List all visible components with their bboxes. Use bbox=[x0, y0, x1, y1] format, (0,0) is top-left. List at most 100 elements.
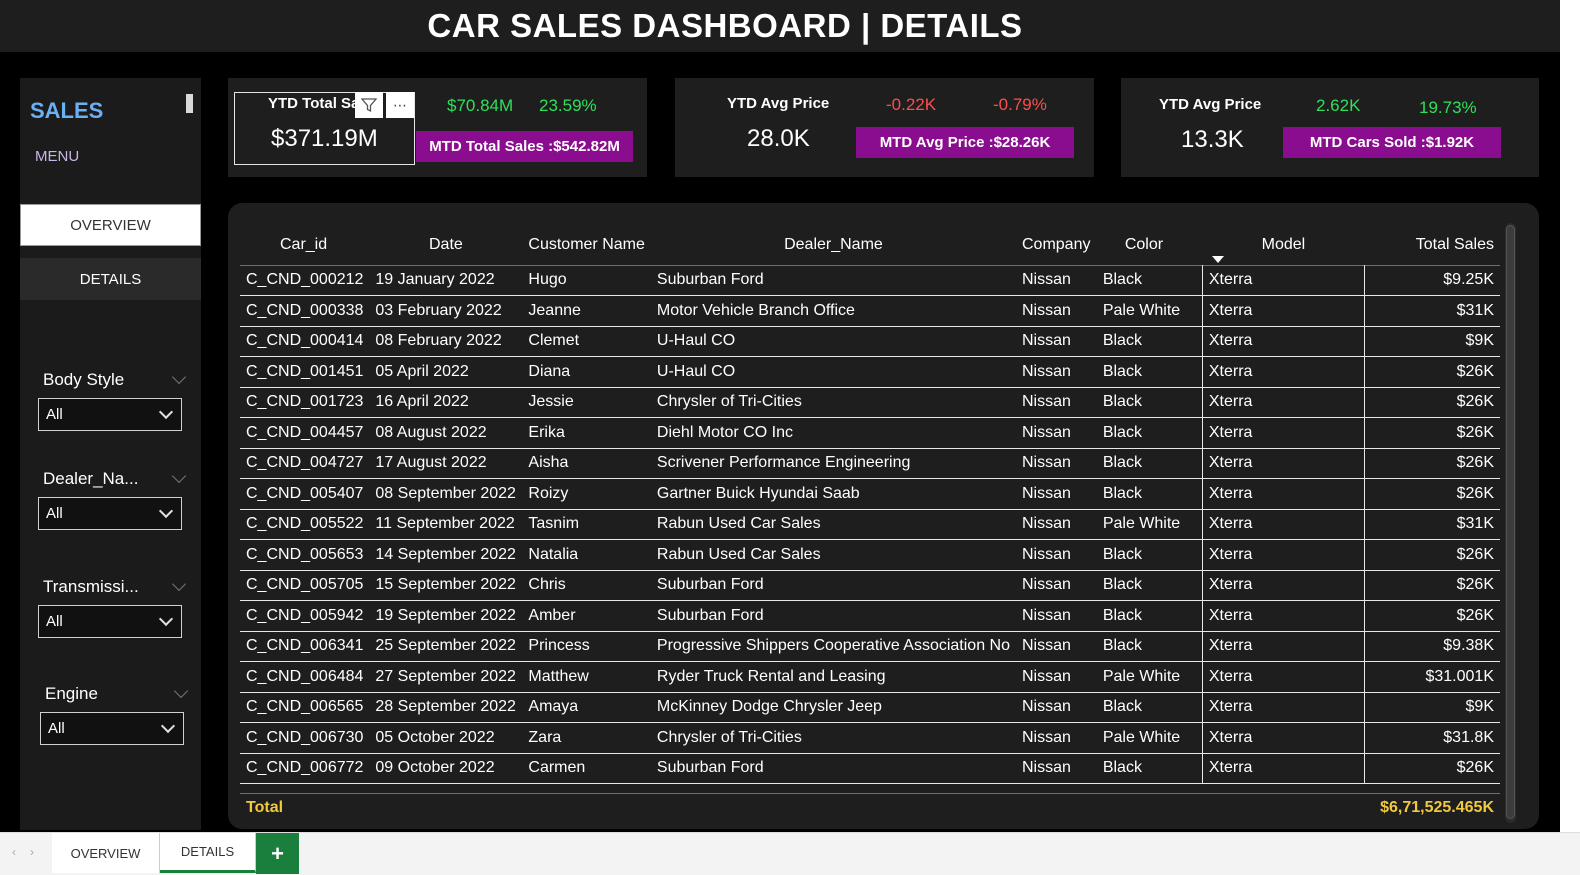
cell-date: 19 January 2022 bbox=[369, 265, 523, 296]
column-header-model[interactable]: Model bbox=[1202, 221, 1364, 265]
table-row[interactable]: C_CND_006484 27 September 2022 Matthew Ryde… bbox=[240, 661, 1500, 693]
sort-descending-icon[interactable] bbox=[1212, 255, 1225, 263]
column-header-car-id[interactable]: Car_id bbox=[240, 221, 369, 265]
table-row[interactable]: C_CND_005942 19 September 2022 Amber Suburb… bbox=[240, 600, 1500, 632]
slicer-header[interactable]: Transmissi... bbox=[38, 576, 188, 597]
cell-model: Xterra bbox=[1201, 417, 1365, 449]
dropdown-value: All bbox=[46, 406, 63, 423]
engine-dropdown[interactable]: All bbox=[40, 712, 184, 745]
cell-car-id: C_CND_004727 bbox=[240, 448, 370, 479]
cell-company: Nissan bbox=[1016, 478, 1097, 510]
cell-date: 14 September 2022 bbox=[369, 539, 523, 571]
tab-details[interactable]: DETAILS bbox=[160, 833, 256, 873]
cell-car-id: C_CND_006730 bbox=[240, 722, 370, 754]
add-page-button[interactable]: + bbox=[256, 833, 299, 874]
cell-model: Xterra bbox=[1201, 295, 1365, 327]
cell-customer-name: Roizy bbox=[522, 478, 651, 510]
details-nav-button[interactable]: DETAILS bbox=[20, 258, 201, 300]
table-row[interactable]: C_CND_001451 05 April 2022 Diana U-Haul CO N… bbox=[240, 356, 1500, 388]
transmission-dropdown[interactable]: All bbox=[38, 605, 182, 638]
cell-model: Xterra bbox=[1201, 722, 1365, 754]
mtd-cars-sold-badge: MTD Cars Sold :$1.92K bbox=[1283, 127, 1501, 158]
column-header-customer-name[interactable]: Customer Name bbox=[522, 221, 651, 265]
slicer-header[interactable]: Dealer_Na... bbox=[38, 468, 188, 489]
total-value: $6,71,525.465K bbox=[1380, 798, 1494, 816]
table-row[interactable]: C_CND_006730 05 October 2022 Zara Chrysler … bbox=[240, 722, 1500, 754]
cell-dealer-name: Rabun Used Car Sales bbox=[650, 539, 1016, 571]
cell-color: Black bbox=[1096, 356, 1203, 388]
cell-color: Pale White bbox=[1096, 295, 1203, 327]
column-header-color[interactable]: Color bbox=[1097, 221, 1203, 265]
cell-model: Xterra bbox=[1201, 387, 1365, 418]
table-row[interactable]: C_CND_004727 17 August 2022 Aisha Scrivener… bbox=[240, 448, 1500, 479]
table-row[interactable]: C_CND_005705 15 September 2022 Chris Suburb… bbox=[240, 570, 1500, 601]
table-row[interactable]: C_CND_000338 03 February 2022 Jeanne Motor … bbox=[240, 295, 1500, 327]
sidebar: SALES MENU OVERVIEW DETAILS Body Style A… bbox=[20, 78, 201, 830]
scrollbar-thumb[interactable] bbox=[1506, 225, 1515, 819]
cell-color: Black bbox=[1096, 570, 1203, 601]
cell-model: Xterra bbox=[1201, 692, 1365, 723]
cell-total-sales: $31.8K bbox=[1363, 722, 1500, 754]
cell-total-sales: $9.38K bbox=[1363, 631, 1500, 662]
cell-total-sales: $31K bbox=[1363, 295, 1500, 327]
cell-model: Xterra bbox=[1201, 753, 1365, 784]
cell-car-id: C_CND_001451 bbox=[240, 356, 370, 388]
column-label: Model bbox=[1261, 235, 1306, 253]
details-table-panel: Car_id Date Customer Name Dealer_Name Co… bbox=[228, 203, 1539, 829]
ytd-cars-card[interactable]: YTD Avg Price 13.3K 2.62K 19.73% MTD Car… bbox=[1121, 78, 1539, 177]
cell-date: 08 February 2022 bbox=[369, 326, 523, 357]
cell-color: Black bbox=[1096, 387, 1203, 418]
kpi-value: $371.19M bbox=[271, 125, 378, 152]
chevron-down-icon[interactable] bbox=[173, 683, 189, 699]
cell-total-sales: $9.25K bbox=[1363, 265, 1500, 296]
overview-nav-button[interactable]: OVERVIEW bbox=[20, 204, 201, 246]
slicer-header[interactable]: Body Style bbox=[38, 369, 188, 390]
more-options-icon[interactable]: ⋯ bbox=[386, 92, 414, 118]
total-label: Total bbox=[246, 798, 284, 816]
ytd-avg-price-card[interactable]: YTD Avg Price 28.0K -0.22K -0.79% MTD Av… bbox=[675, 78, 1094, 177]
cell-date: 19 September 2022 bbox=[369, 600, 523, 632]
dealer-name-slicer: Dealer_Na... All bbox=[38, 468, 188, 530]
table-row[interactable]: C_CND_004457 08 August 2022 Erika Diehl Mot… bbox=[240, 417, 1500, 449]
column-header-total-sales[interactable]: Total Sales bbox=[1364, 221, 1500, 265]
tab-overview[interactable]: OVERVIEW bbox=[52, 833, 160, 873]
cell-company: Nissan bbox=[1016, 448, 1097, 479]
cell-model: Xterra bbox=[1201, 631, 1365, 662]
cell-total-sales: $26K bbox=[1363, 478, 1500, 510]
column-header-dealer-name[interactable]: Dealer_Name bbox=[651, 221, 1016, 265]
tab-scroll-arrows[interactable]: ‹› bbox=[12, 845, 48, 859]
chevron-down-icon[interactable] bbox=[171, 369, 187, 385]
cell-total-sales: $26K bbox=[1363, 387, 1500, 418]
cell-total-sales: $26K bbox=[1363, 753, 1500, 784]
table-row[interactable]: C_CND_006565 28 September 2022 Amaya McKinn… bbox=[240, 692, 1500, 723]
chevron-down-icon[interactable] bbox=[171, 468, 187, 484]
cell-model: Xterra bbox=[1201, 356, 1365, 388]
column-header-company[interactable]: Company bbox=[1016, 221, 1097, 265]
table-scrollbar[interactable] bbox=[1505, 223, 1516, 823]
column-header-date[interactable]: Date bbox=[369, 221, 522, 265]
chevron-down-icon[interactable] bbox=[171, 576, 187, 592]
body-style-dropdown[interactable]: All bbox=[38, 398, 182, 431]
table-row[interactable]: C_CND_000414 08 February 2022 Clemet U-Haul… bbox=[240, 326, 1500, 357]
table-row[interactable]: C_CND_001723 16 April 2022 Jessie Chrysler … bbox=[240, 387, 1500, 418]
cell-dealer-name: Ryder Truck Rental and Leasing bbox=[650, 661, 1016, 693]
dropdown-value: All bbox=[46, 505, 63, 522]
cell-company: Nissan bbox=[1016, 692, 1097, 723]
cell-company: Nissan bbox=[1016, 356, 1097, 388]
table-row[interactable]: C_CND_006772 09 October 2022 Carmen Suburba… bbox=[240, 753, 1500, 784]
table-row[interactable]: C_CND_005653 14 September 2022 Natalia Rabu… bbox=[240, 539, 1500, 571]
table-row[interactable]: C_CND_005522 11 September 2022 Tasnim Rabun… bbox=[240, 509, 1500, 540]
table-row[interactable]: C_CND_006341 25 September 2022 Princess Pro… bbox=[240, 631, 1500, 662]
slicer-header[interactable]: Engine bbox=[40, 683, 190, 704]
cell-color: Black bbox=[1096, 417, 1203, 449]
kpi-label: YTD Avg Price bbox=[1159, 96, 1262, 113]
dealer-name-dropdown[interactable]: All bbox=[38, 497, 182, 530]
cell-dealer-name: Chrysler of Tri-Cities bbox=[650, 387, 1016, 418]
cell-model: Xterra bbox=[1201, 661, 1365, 693]
table-row[interactable]: C_CND_000212 19 January 2022 Hugo Suburban … bbox=[240, 265, 1500, 296]
cell-total-sales: $31.001K bbox=[1363, 661, 1500, 693]
table-row[interactable]: C_CND_005407 08 September 2022 Roizy Gartne… bbox=[240, 478, 1500, 510]
filter-icon[interactable] bbox=[355, 92, 383, 118]
ytd-total-sales-card[interactable]: YTD Total Sa ⋯ $371.19M $70.84M 23.59% M… bbox=[228, 78, 647, 177]
cell-model: Xterra bbox=[1201, 600, 1365, 632]
